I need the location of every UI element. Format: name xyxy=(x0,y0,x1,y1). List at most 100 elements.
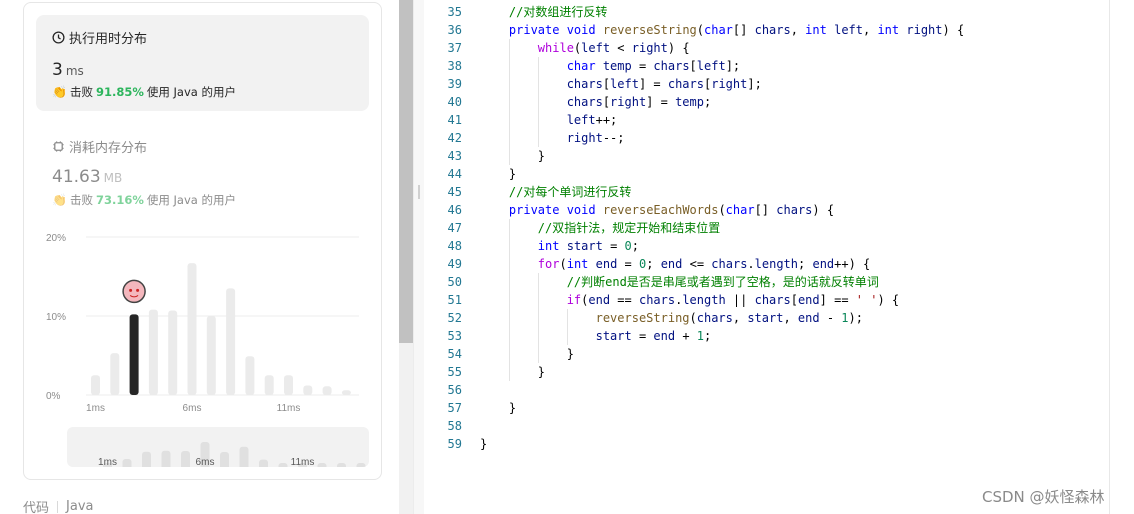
code-line[interactable]: 40 chars[right] = temp; xyxy=(424,93,1110,111)
runtime-histogram[interactable]: 20% 10% 0% 1ms 6ms 11ms xyxy=(36,225,366,420)
histogram-bar[interactable] xyxy=(168,310,178,395)
histogram-bar[interactable] xyxy=(264,375,274,395)
code-line[interactable]: 55} xyxy=(424,363,1110,381)
runtime-value: 3 ms xyxy=(52,60,84,80)
histogram-bar[interactable] xyxy=(322,386,332,395)
line-number: 45 xyxy=(447,185,462,199)
indent-guide xyxy=(537,309,539,327)
histogram-range-navigator[interactable]: 1ms 6ms 11ms xyxy=(67,427,369,467)
line-number: 56 xyxy=(447,383,462,397)
histogram-bar[interactable] xyxy=(245,356,255,395)
code-line[interactable]: 57} xyxy=(424,399,1110,417)
indent-guide xyxy=(508,39,510,57)
avatar-eye xyxy=(129,288,133,292)
line-number: 36 xyxy=(447,23,462,37)
chip-icon xyxy=(53,141,64,152)
code-text: reverseString(chars, start, end - 1); xyxy=(595,311,863,325)
minimap-bar xyxy=(278,463,288,467)
code-line[interactable]: 42 right--; xyxy=(424,129,1110,147)
line-number: 48 xyxy=(447,239,462,253)
code-line[interactable]: 46 private void reverseEachWords(char[] c… xyxy=(424,201,1110,219)
line-number: 39 xyxy=(447,77,462,91)
minimap-bar xyxy=(142,451,151,467)
minimap-bar xyxy=(239,446,249,467)
avatar xyxy=(122,279,146,304)
runtime-distribution-card[interactable]: 执行用时分布 3 ms 👏 击败 91.85% 使用 Java 的用户 xyxy=(36,15,369,111)
histogram-bar[interactable] xyxy=(110,353,120,395)
memory-title: 消耗内存分布 xyxy=(52,137,147,156)
minimap-tick-label: 1ms xyxy=(98,457,117,467)
code-line[interactable]: 45 //对每个单词进行反转 xyxy=(424,183,1110,201)
code-line[interactable]: 35 //对数组进行反转 xyxy=(424,3,1110,21)
runtime-unit: ms xyxy=(65,64,84,78)
code-line[interactable]: 49 for(int end = 0; end <= chars.length; … xyxy=(424,255,1110,273)
code-line[interactable]: 43} xyxy=(424,147,1110,165)
indent-guide xyxy=(508,57,510,75)
code-line[interactable]: 53 start = end + 1; xyxy=(424,327,1110,345)
code-editor[interactable]: 35 //对数组进行反转 36 private void reverseString(… xyxy=(424,0,1110,514)
code-text: //判断end是否是串尾或者遇到了空格，是的话就反转单词 xyxy=(566,275,879,289)
line-number: 40 xyxy=(447,95,462,109)
results-panel: 执行用时分布 3 ms 👏 击败 91.85% 使用 Java 的用户 消耗内存分… xyxy=(0,0,398,514)
x-tick-label: 1ms xyxy=(86,403,105,414)
indent-guide xyxy=(508,219,510,237)
code-line[interactable]: 47 //双指针法，规定开始和结束位置 xyxy=(424,219,1110,237)
line-number: 59 xyxy=(447,437,462,451)
line-number: 50 xyxy=(447,275,462,289)
histogram-bar[interactable] xyxy=(341,390,351,395)
line-number: 35 xyxy=(447,5,462,19)
runtime-beat-prefix: 击败 xyxy=(69,85,93,99)
code-line[interactable]: 50 //判断end是否是串尾或者遇到了空格，是的话就反转单词 xyxy=(424,273,1110,291)
x-tick-label: 11ms xyxy=(277,403,301,414)
code-label: 代码 xyxy=(23,501,50,514)
code-line[interactable]: 44} xyxy=(424,165,1110,183)
code-line[interactable]: 36 private void reverseString(char[] char… xyxy=(424,21,1110,39)
indent-guide xyxy=(508,273,510,291)
indent-guide xyxy=(508,75,510,93)
code-text: int start = 0; xyxy=(537,239,639,253)
code-text: right--; xyxy=(566,131,625,145)
indent-guide xyxy=(566,327,568,345)
histogram-bar[interactable] xyxy=(303,385,313,395)
code-line[interactable]: 48 int start = 0; xyxy=(424,237,1110,255)
code-line[interactable]: 58 xyxy=(424,417,1110,435)
histogram-bar[interactable] xyxy=(284,375,293,395)
code-line[interactable]: 38 char temp = chars[left]; xyxy=(424,57,1110,75)
editor-scrollbar[interactable] xyxy=(1111,0,1134,514)
code-text: } xyxy=(566,347,574,361)
code-line[interactable]: 59} xyxy=(424,435,1110,453)
histogram-bar[interactable] xyxy=(91,375,100,395)
left-scrollbar[interactable] xyxy=(399,0,413,514)
avatar-eye xyxy=(136,288,140,292)
histogram-bar[interactable] xyxy=(187,263,197,395)
line-number: 43 xyxy=(447,149,462,163)
code-line[interactable]: 39 chars[left] = chars[right]; xyxy=(424,75,1110,93)
left-scrollbar-thumb[interactable] xyxy=(399,0,413,343)
histogram-bar[interactable] xyxy=(206,316,216,395)
code-line[interactable]: 52 reverseString(chars, start, end - 1); xyxy=(424,309,1110,327)
code-line[interactable]: 56 xyxy=(424,381,1110,399)
panel-resize-divider[interactable] xyxy=(413,0,424,514)
histogram-bar[interactable] xyxy=(226,288,236,395)
indent-guide xyxy=(508,111,510,129)
indent-guide xyxy=(508,93,510,111)
minimap-bar xyxy=(181,450,190,467)
code-line[interactable]: 54} xyxy=(424,345,1110,363)
code-text: private void reverseString(char[] chars,… xyxy=(508,23,965,37)
histogram-bar[interactable] xyxy=(148,309,158,395)
indent-guide xyxy=(537,75,539,93)
code-text: //双指针法，规定开始和结束位置 xyxy=(537,221,721,235)
code-line[interactable]: 51 if(end == chars.length || chars[end] =… xyxy=(424,291,1110,309)
code-line[interactable]: 37 while(left < right) { xyxy=(424,39,1110,57)
code-text: } xyxy=(508,401,517,415)
indent-guide xyxy=(508,129,510,147)
runtime-beat-percent: 91.85% xyxy=(95,85,144,99)
memory-beat-percent: 73.16% xyxy=(95,193,144,207)
memory-distribution-card[interactable]: 消耗内存分布 41.63 MB 👏 击败 73.16% 使用 Java 的用户 xyxy=(36,125,369,215)
current-bar[interactable] xyxy=(129,314,139,395)
code-line[interactable]: 41 left++; xyxy=(424,111,1110,129)
resize-handle-icon[interactable] xyxy=(418,185,420,199)
indent-guide xyxy=(537,291,539,309)
line-number: 38 xyxy=(447,59,462,73)
line-number: 46 xyxy=(447,203,462,217)
